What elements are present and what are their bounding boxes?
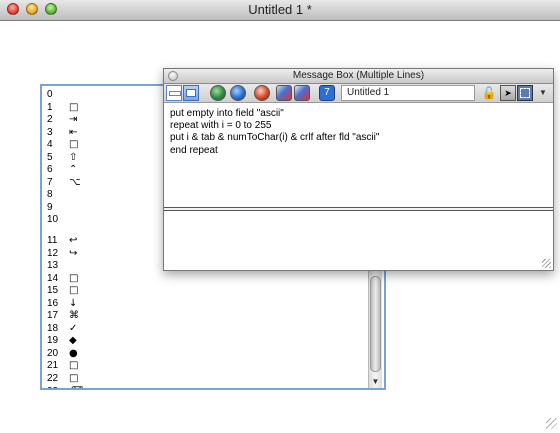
script-editor[interactable]: put empty into field "ascii" repeat with… bbox=[164, 103, 553, 207]
ascii-code: 0 bbox=[47, 89, 53, 100]
global-variables-icon[interactable] bbox=[230, 85, 246, 101]
ascii-code: 16 bbox=[47, 297, 59, 309]
window-resize-grip-icon[interactable] bbox=[546, 418, 557, 429]
ascii-glyph: □ bbox=[69, 285, 79, 297]
ascii-glyph: ◆ bbox=[69, 335, 77, 347]
message-box-title: Message Box (Multiple Lines) bbox=[292, 70, 425, 81]
stacks-in-use-icon[interactable]: 7 bbox=[319, 85, 335, 101]
message-box-toolbar: 7 Untitled 1 🔓 ➤ ▼ bbox=[164, 84, 553, 103]
ascii-code: 3 bbox=[47, 126, 53, 138]
ascii-code: 21 bbox=[47, 360, 59, 372]
ascii-code: 10 bbox=[47, 214, 59, 226]
ascii-code: 13 bbox=[47, 260, 59, 272]
ascii-glyph: ↪ bbox=[69, 247, 78, 259]
ascii-code: 4 bbox=[47, 139, 53, 151]
ascii-row: 2 ⇥ bbox=[47, 114, 83, 127]
scroll-down-arrow-icon[interactable]: ▼ bbox=[369, 375, 382, 388]
ascii-row: 8 bbox=[47, 189, 83, 202]
ascii-code: 6 bbox=[47, 164, 53, 176]
ascii-glyph: □ bbox=[69, 360, 79, 372]
front-scripts-icon[interactable] bbox=[276, 85, 292, 101]
ascii-glyph: ⌥ bbox=[69, 176, 81, 188]
ascii-code: 23 bbox=[47, 386, 69, 388]
ascii-row: 21 □ bbox=[47, 360, 83, 373]
script-line: put empty into field "ascii" bbox=[170, 108, 284, 119]
ascii-glyph: ↩ bbox=[69, 235, 78, 247]
ascii-glyph: ⇥ bbox=[69, 114, 78, 126]
back-scripts-icon[interactable] bbox=[294, 85, 310, 101]
ascii-row: 13 bbox=[47, 260, 83, 273]
ascii-code: 5 bbox=[47, 151, 53, 163]
ascii-row: 3 ⇤ bbox=[47, 127, 83, 140]
ascii-row: 4 □ bbox=[47, 139, 83, 152]
ascii-glyph: ⇧ bbox=[69, 151, 78, 163]
ascii-code: 1 bbox=[47, 101, 53, 113]
chevron-down-icon[interactable]: ▼ bbox=[535, 85, 551, 101]
results-pane[interactable] bbox=[164, 211, 553, 270]
ascii-glyph: ⌘ bbox=[69, 310, 79, 322]
ascii-row: 20 ● bbox=[47, 348, 83, 361]
multi-line-icon[interactable] bbox=[183, 85, 199, 101]
ascii-glyph: □ bbox=[69, 373, 79, 385]
ascii-glyph: ✓ bbox=[69, 322, 78, 334]
ascii-glyph: ● bbox=[69, 347, 78, 359]
ascii-code: 12 bbox=[47, 247, 59, 259]
ascii-row: 18 ✓ bbox=[47, 323, 83, 336]
message-box: Message Box (Multiple Lines) 7 Untitled … bbox=[163, 68, 554, 271]
ascii-row bbox=[47, 227, 83, 235]
ascii-glyph: ⌃ bbox=[69, 164, 78, 176]
ascii-scroll-thumb[interactable] bbox=[370, 276, 381, 372]
ascii-code: 7 bbox=[47, 176, 53, 188]
ascii-code: 9 bbox=[47, 201, 53, 213]
ascii-glyph: □ bbox=[69, 272, 79, 284]
ascii-row: 0 bbox=[47, 89, 83, 102]
pointer-tool-icon[interactable]: ➤ bbox=[500, 85, 516, 101]
window-title: Untitled 1 * bbox=[248, 2, 312, 17]
ascii-row: 5 ⇧ bbox=[47, 152, 83, 165]
ascii-code: 8 bbox=[47, 189, 53, 201]
ascii-row: 10 bbox=[47, 214, 83, 227]
ascii-row: 16 ↓ bbox=[47, 298, 83, 311]
ascii-glyph: ↓ bbox=[69, 297, 78, 309]
ascii-glyph: □ bbox=[69, 139, 79, 151]
script-line: repeat with i = 0 to 255 bbox=[170, 120, 272, 132]
ascii-code: 15 bbox=[47, 285, 59, 297]
ascii-row: 19 ◆ bbox=[47, 335, 83, 348]
pending-messages-icon[interactable] bbox=[254, 85, 270, 101]
ascii-glyph: □ bbox=[69, 101, 79, 113]
single-line-icon[interactable] bbox=[166, 85, 182, 101]
ascii-row: 1 □ bbox=[47, 102, 83, 115]
ascii-row: 15 □ bbox=[47, 285, 83, 298]
lock-icon[interactable]: 🔓 bbox=[481, 85, 497, 101]
ascii-row: 22 □ bbox=[47, 373, 83, 386]
script-line: put i & tab & numToChar(i) & crlf after … bbox=[170, 132, 380, 144]
resize-grip-icon[interactable] bbox=[542, 259, 551, 268]
ascii-row: 12 ↪ bbox=[47, 248, 83, 261]
ascii-code: 19 bbox=[47, 335, 59, 347]
ascii-code: 17 bbox=[47, 310, 59, 322]
ascii-code: 14 bbox=[47, 272, 59, 284]
ascii-code: 20 bbox=[47, 347, 59, 359]
window-titlebar: Untitled 1 * bbox=[0, 0, 560, 21]
ascii-row: 7 ⌥ bbox=[47, 177, 83, 190]
ascii-code: 22 bbox=[47, 373, 59, 385]
script-line: end repeat bbox=[170, 144, 218, 156]
ascii-row: 11 ↩ bbox=[47, 235, 83, 248]
ascii-row: 17 ⌘ bbox=[47, 310, 83, 323]
stack-selector[interactable]: Untitled 1 bbox=[341, 85, 475, 101]
ascii-code: 18 bbox=[47, 322, 59, 334]
ascii-code: 11 bbox=[47, 235, 58, 247]
ascii-list: 0 1 □ 2 ⇥ 3 ⇤ 4 □ 5 ⇧ 6 ⌃ 7 ⌥ 8 9 10 11 ↩ 12 ↪ 13 14 □ 15 □ 16 ↓ 17 ⌘ 1… bbox=[47, 89, 83, 388]
message-box-titlebar[interactable]: Message Box (Multiple Lines) bbox=[164, 69, 553, 84]
ascii-row: 9 bbox=[47, 202, 83, 215]
ascii-glyph: ⇤ bbox=[69, 126, 78, 138]
ascii-row: 6 ⌃ bbox=[47, 164, 83, 177]
ascii-row: 23⌫ bbox=[47, 386, 83, 388]
ascii-glyph: ⌫ bbox=[69, 386, 83, 388]
select-frame-icon[interactable] bbox=[517, 85, 533, 101]
ascii-row: 14 □ bbox=[47, 273, 83, 286]
global-properties-icon[interactable] bbox=[210, 85, 226, 101]
ascii-code: 2 bbox=[47, 114, 53, 126]
